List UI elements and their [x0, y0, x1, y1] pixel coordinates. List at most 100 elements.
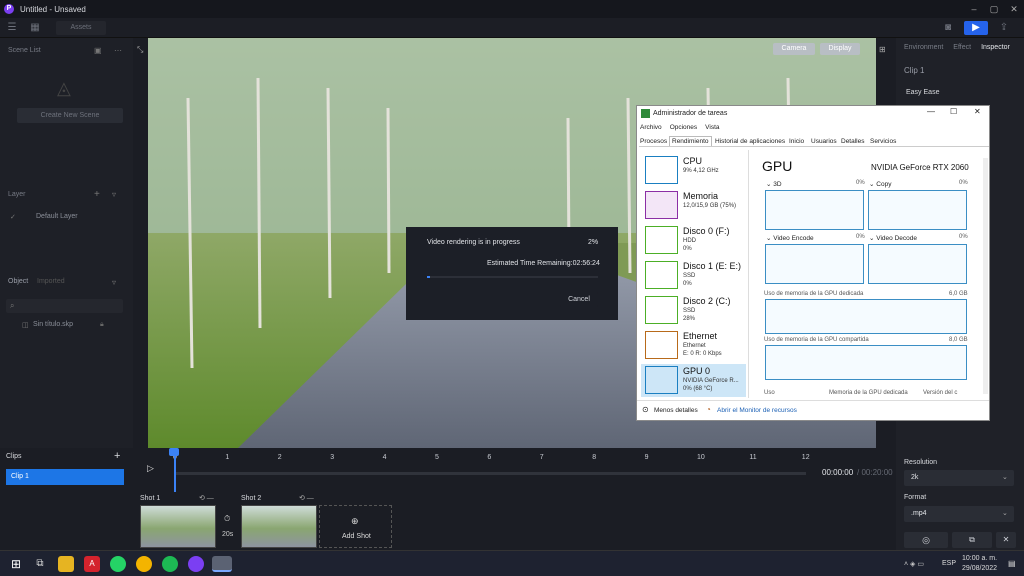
object-search-input[interactable]: ⌕ [6, 299, 123, 313]
object-filter-icon[interactable]: ▿ [112, 278, 116, 287]
playhead[interactable] [174, 450, 176, 492]
cancel-button[interactable]: Cancel [560, 292, 598, 307]
layout-icon[interactable]: ⊞ [879, 45, 886, 54]
format-select[interactable]: .mp4 ⌄ [904, 506, 1014, 522]
resource-disk2[interactable]: Disco 2 (C:) SSD 28% [641, 294, 746, 327]
tm-title: Administrador de tareas [653, 110, 728, 117]
object-tab[interactable]: Object [8, 278, 28, 285]
tm-maximize-icon[interactable]: ☐ [950, 107, 957, 116]
language-indicator[interactable]: ESP [942, 560, 956, 567]
tab-effect[interactable]: Effect [953, 44, 971, 51]
task-view-icon[interactable]: ⧉ [32, 556, 48, 572]
tm-tab[interactable]: Historial de aplicaciones [715, 138, 785, 145]
resource-gpu[interactable]: GPU 0 NVIDIA GeForce R... 0% (68 °C) [641, 364, 746, 397]
engine-copy-label[interactable]: ⌄ Copy [869, 180, 891, 188]
engine-encode-label[interactable]: ⌄ Video Encode [766, 234, 814, 242]
more-icon[interactable]: ⋯ [114, 46, 122, 55]
less-details-link[interactable]: Menos detalles [654, 407, 698, 414]
tab-inspector[interactable]: Inspector [981, 44, 1010, 51]
resource-disk0[interactable]: Disco 0 (F:) HDD 0% [641, 224, 746, 257]
video-icon[interactable]: ▶ [964, 21, 988, 35]
tm-titlebar[interactable]: Administrador de tareas — ☐ ✕ [637, 106, 989, 121]
layer-filter-icon[interactable]: ▿ [112, 190, 116, 199]
tm-menu-item[interactable]: Opciones [670, 124, 697, 131]
scene-placeholder-icon: ◬ [57, 78, 71, 98]
shot2-thumbnail[interactable] [241, 505, 317, 548]
tray-icons[interactable]: ˄ ◈ ▭ [904, 560, 924, 568]
play-icon[interactable]: ▷ [147, 463, 154, 474]
engine-decode-label[interactable]: ⌄ Video Decode [869, 234, 917, 242]
menu-icon[interactable]: ☰ [6, 21, 18, 35]
task-manager-window: Administrador de tareas — ☐ ✕ Archivo Op… [636, 105, 990, 421]
tm-scrollbar[interactable] [983, 158, 988, 394]
screenshot-icon[interactable]: ◙ [940, 21, 956, 35]
windows-start-icon[interactable]: ⊞ [8, 556, 24, 572]
add-clip-button[interactable]: + [114, 450, 120, 462]
object-file-item[interactable]: Sin título.skp [33, 321, 73, 328]
tm-tab[interactable]: Servicios [870, 138, 896, 145]
tm-tab[interactable]: Usuarios [811, 138, 837, 145]
default-layer-item[interactable]: Default Layer [36, 213, 78, 220]
tab-environment[interactable]: Environment [904, 44, 943, 51]
check-icon[interactable]: ✓ [10, 213, 16, 221]
tm-tab[interactable]: Inicio [789, 138, 804, 145]
add-layer-icon[interactable]: + [94, 189, 100, 200]
camera-button[interactable]: Camera [773, 43, 815, 55]
file-explorer-icon[interactable] [58, 556, 74, 572]
resource-cpu[interactable]: CPU 9% 4,12 GHz [641, 154, 746, 187]
resolution-select[interactable]: 2k ⌄ [904, 470, 1014, 486]
copy-button[interactable]: ⧉ [952, 532, 992, 548]
shot1-thumbnail[interactable] [140, 505, 216, 548]
clip-item[interactable]: Clip 1 [6, 469, 124, 485]
resource-disk1[interactable]: Disco 1 (E: E:) SSD 0% [641, 259, 746, 292]
playhead-handle[interactable] [169, 448, 179, 456]
tm-tab[interactable]: Detalles [841, 138, 864, 145]
resource-ethernet[interactable]: Ethernet Ethernet E: 0 R: 0 Kbps [641, 329, 746, 362]
create-scene-button[interactable]: Create New Scene [17, 108, 123, 123]
minimize-icon[interactable]: – [964, 0, 984, 18]
task-manager-icon[interactable] [212, 556, 232, 572]
shot1-refresh-icon[interactable]: ⟲ — [199, 494, 214, 502]
tm-menu-item[interactable]: Vista [705, 124, 719, 131]
scene-import-icon[interactable]: ▣ [94, 46, 102, 55]
grid-icon[interactable]: ▦ [28, 21, 42, 35]
assets-button[interactable]: Assets [56, 21, 106, 35]
render-settings-button[interactable]: ◎ [904, 532, 948, 548]
tm-close-icon[interactable]: ✕ [974, 107, 981, 116]
spotify-icon[interactable] [162, 556, 178, 572]
close-icon[interactable]: ✕ [1004, 0, 1024, 18]
imported-tab[interactable]: Imported [37, 278, 65, 285]
shot-duration[interactable]: 20s [222, 531, 233, 538]
display-button[interactable]: Display [820, 43, 860, 55]
tm-minimize-icon[interactable]: — [927, 107, 935, 116]
lock-icon[interactable]: 🔒︎ [100, 321, 104, 329]
gpu-model: NVIDIA GeForce RTX 2060 [871, 163, 969, 172]
shot2-refresh-icon[interactable]: ⟲ — [299, 494, 314, 502]
chevron-up-icon[interactable]: ⊙ [642, 405, 649, 414]
tm-tab[interactable]: Procesos [640, 138, 667, 145]
d5-render-icon[interactable] [188, 556, 204, 572]
whatsapp-icon[interactable] [110, 556, 126, 572]
open-monitor-link[interactable]: Abrir el Monitor de recursos [717, 407, 797, 414]
tm-menu-item[interactable]: Archivo [640, 124, 662, 131]
chrome-icon[interactable] [136, 556, 152, 572]
add-shot-button[interactable]: ⊕ Add Shot [319, 505, 392, 548]
export-icon[interactable]: ⇪ [996, 21, 1012, 35]
timeline-track[interactable] [176, 472, 806, 475]
maximize-icon[interactable]: ▢ [984, 0, 1004, 18]
clock-time[interactable]: 10:00 a. m. [962, 555, 997, 562]
close-render-button[interactable]: ✕ [996, 532, 1016, 548]
clock-date[interactable]: 29/08/2022 [962, 565, 997, 572]
engine-name: 3D [773, 181, 782, 188]
tm-tab-active[interactable]: Rendimiento [669, 136, 712, 146]
total-time: / 00:20:00 [857, 468, 893, 477]
assets-label: Assets [70, 24, 92, 31]
resource-memory[interactable]: Memoria 12,0/15,9 GB (75%) [641, 189, 746, 222]
notifications-icon[interactable]: ▤ [1008, 559, 1016, 568]
resolution-value: 2k [911, 474, 919, 481]
engine-3d-label[interactable]: ⌄ 3D [766, 180, 782, 188]
dedicated-max: 6,0 GB [949, 291, 968, 297]
move-tool-icon[interactable]: ⤡ [137, 45, 143, 55]
resource-detail: 12,0/15,9 GB (75%) [683, 203, 737, 209]
acrobat-icon[interactable]: A [84, 556, 100, 572]
